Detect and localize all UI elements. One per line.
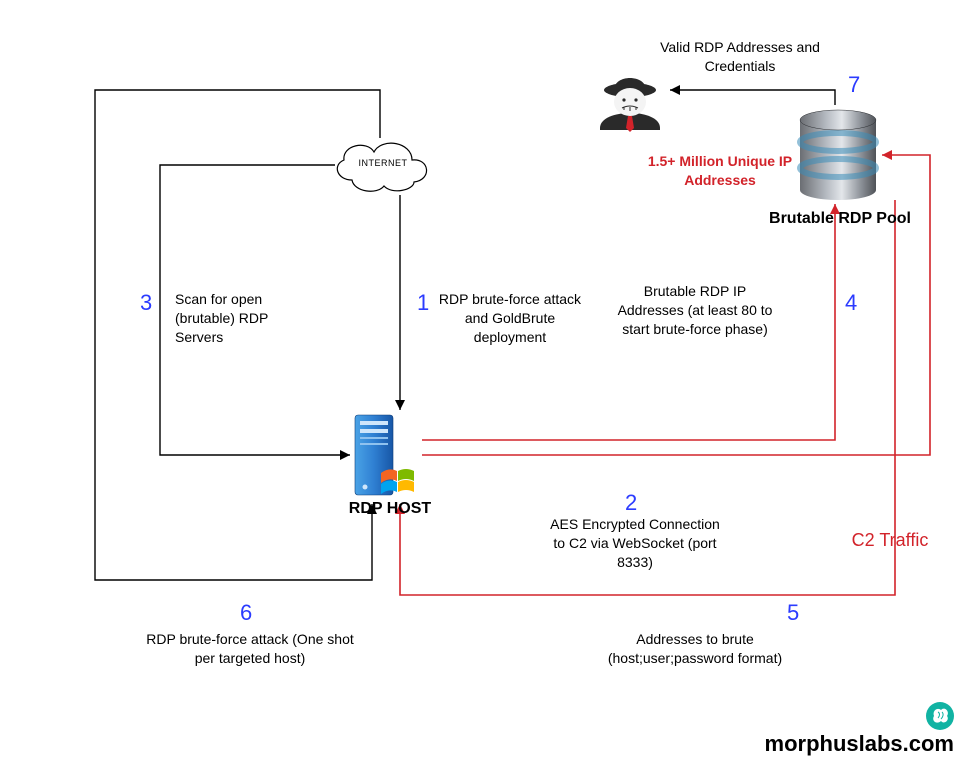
step-desc-5: Addresses to brute (host;user;password f…	[585, 630, 805, 668]
attacker-caption: Valid RDP Addresses and Credentials	[630, 38, 850, 76]
arrow-step-7	[670, 90, 835, 105]
step-desc-1: RDP brute-force attack and GoldBrute dep…	[435, 290, 585, 347]
database-icon	[800, 110, 876, 200]
rdp-host-label: RDP HOST	[320, 500, 460, 518]
step-num-2: 2	[625, 490, 637, 516]
step-num-5: 5	[787, 600, 799, 626]
step-desc-6: RDP brute-force attack (One shot per tar…	[135, 630, 365, 668]
server-icon	[355, 415, 414, 495]
step-num-4: 4	[845, 290, 857, 316]
step-desc-4: Brutable RDP IP Addresses (at least 80 t…	[615, 282, 775, 339]
pool-note: 1.5+ Million Unique IP Addresses	[640, 152, 800, 190]
internet-label: INTERNET	[344, 158, 422, 168]
step-num-6: 6	[240, 600, 252, 626]
step-desc-3: Scan for open (brutable) RDP Servers	[175, 290, 305, 347]
step-num-1: 1	[417, 290, 429, 316]
step-desc-2: AES Encrypted Connection to C2 via WebSo…	[545, 515, 725, 572]
pool-label: Brutable RDP Pool	[740, 210, 940, 228]
step-num-7: 7	[848, 72, 860, 98]
attacker-icon	[600, 78, 660, 132]
c2-traffic-label: C2 Traffic	[850, 530, 930, 552]
branding-text: morphuslabs.com	[765, 731, 954, 757]
brain-logo-icon	[926, 702, 954, 730]
step-num-3: 3	[140, 290, 152, 316]
